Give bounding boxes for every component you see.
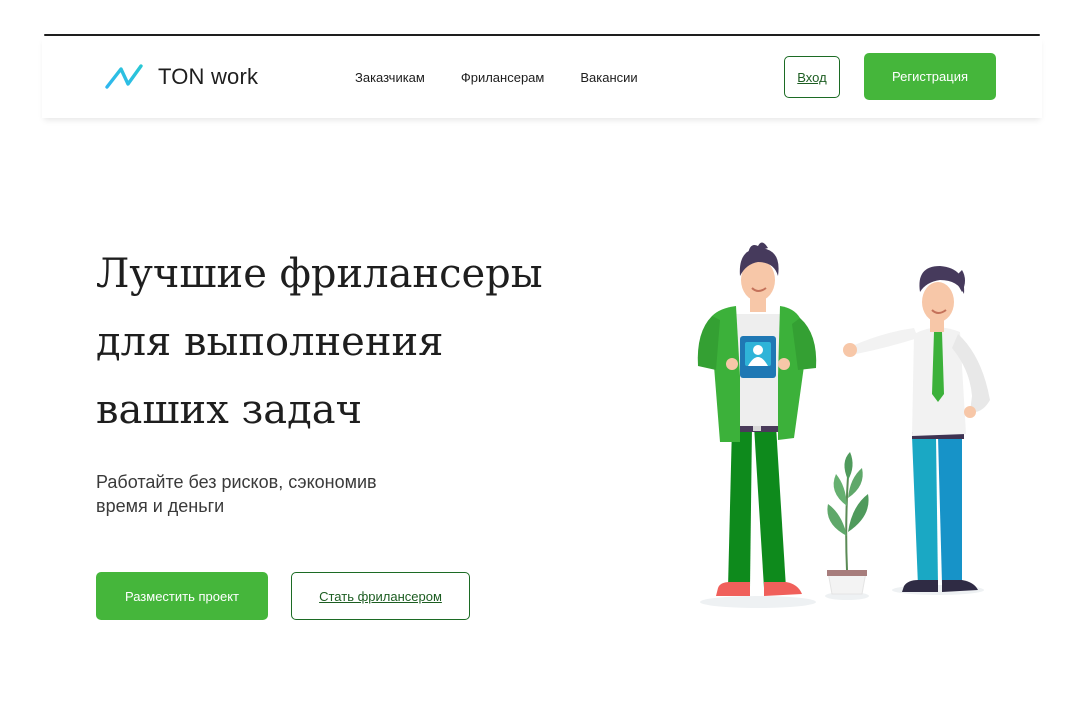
logo-icon: [105, 64, 143, 89]
register-button[interactable]: Регистрация: [864, 53, 996, 100]
nav-link-clients[interactable]: Заказчикам: [355, 70, 425, 85]
site-header: TON work Заказчикам Фрилансерам Вакансии…: [42, 36, 1042, 118]
shadow-left: [700, 596, 816, 608]
nav-link-vacancies[interactable]: Вакансии: [580, 70, 637, 85]
become-freelancer-button[interactable]: Стать фрилансером: [291, 572, 470, 620]
hero-illustration: [697, 242, 990, 608]
hero-title-line: ваших задач: [96, 387, 363, 433]
freelancer-figure: [697, 242, 817, 596]
hero-subtitle: Работайте без рисков, сэкономив время и …: [96, 470, 456, 518]
logo[interactable]: TON work: [104, 62, 258, 92]
hero-subtitle-line: Работайте без рисков, сэкономив: [96, 472, 377, 492]
nav-link-freelancers[interactable]: Фрилансерам: [461, 70, 545, 85]
login-button[interactable]: Вход: [784, 56, 840, 98]
hero-title-line: Лучшие фрилансеры: [96, 251, 543, 297]
hero-subtitle-line: время и деньги: [96, 496, 225, 516]
hero-title-line: для выполнения: [96, 319, 444, 365]
main-nav: Заказчикам Фрилансерам Вакансии: [355, 36, 674, 118]
post-project-button[interactable]: Разместить проект: [96, 572, 268, 620]
plant: [827, 452, 869, 595]
brand-name: TON work: [158, 64, 259, 89]
client-figure: [843, 266, 990, 592]
hero-title: Лучшие фрилансеры для выполнения ваших з…: [96, 240, 616, 444]
